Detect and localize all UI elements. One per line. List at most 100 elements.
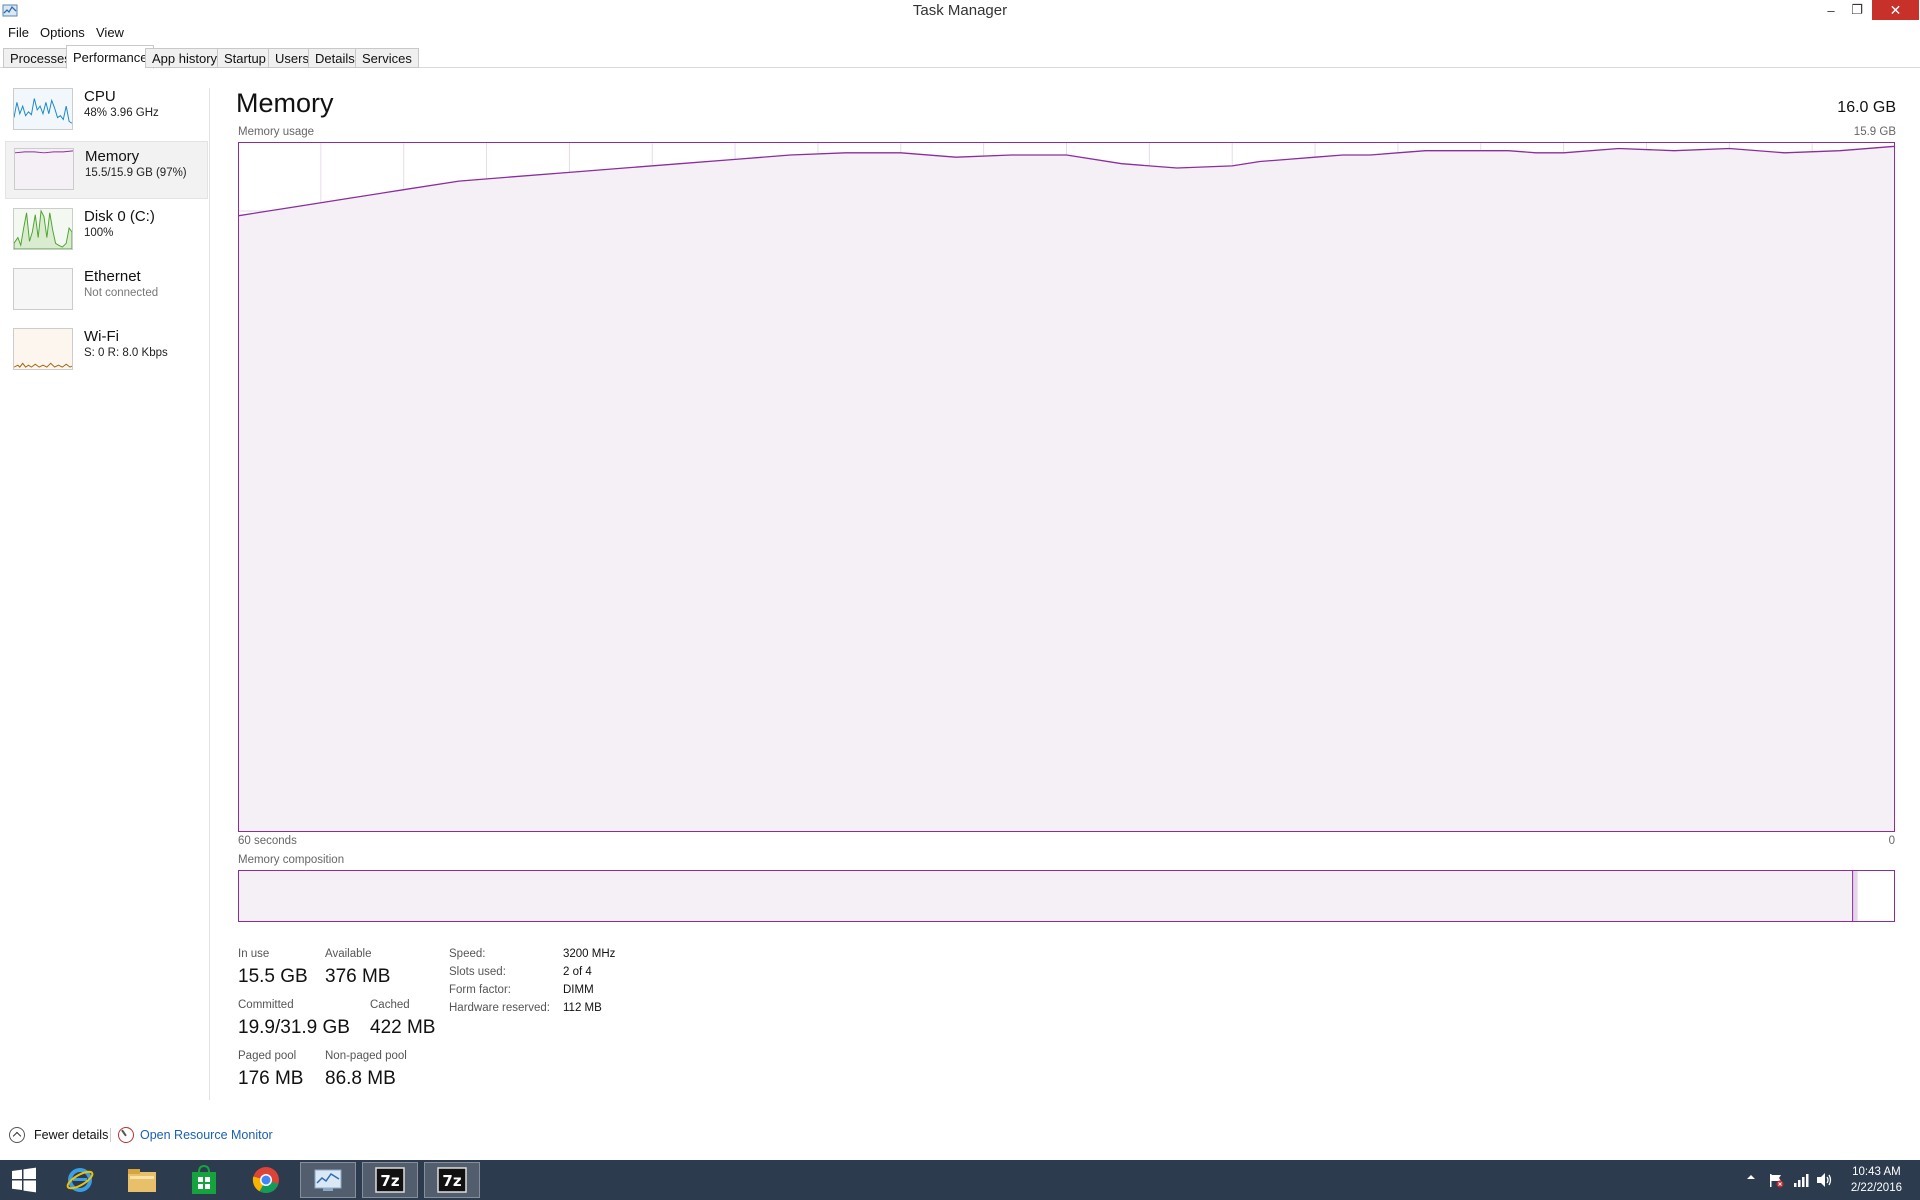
memory-usage-max: 15.9 GB	[1853, 126, 1896, 138]
hw-reserved-value: 112 MB	[563, 1002, 602, 1014]
chart-x-start-label: 60 seconds	[238, 835, 297, 847]
action-center-flag-icon	[1770, 1174, 1784, 1188]
ethernet-thumbnail-graph	[13, 268, 73, 310]
wifi-thumbnail-graph	[13, 328, 73, 370]
store-icon	[192, 1165, 216, 1194]
hw-speed-label: Speed:	[449, 948, 486, 960]
sidebar-item-memory[interactable]: Memory 15.5/15.9 GB (97%)	[5, 141, 208, 199]
menu-bar: File Options View	[0, 22, 1920, 44]
composition-modified	[1852, 871, 1858, 921]
title-bar: Task Manager – ❐ ✕	[0, 0, 1920, 22]
chevron-up-icon[interactable]	[9, 1127, 25, 1143]
tray-volume[interactable]	[1816, 1172, 1834, 1200]
disk-thumbnail-graph	[13, 208, 73, 250]
sidebar-cpu-name: CPU	[84, 88, 116, 105]
taskbar-7zip-2[interactable]: 7z	[424, 1162, 480, 1198]
total-memory: 16.0 GB	[1837, 99, 1896, 116]
tab-app-history[interactable]: App history	[145, 48, 225, 68]
sidebar-wifi-sub: S: 0 R: 8.0 Kbps	[84, 347, 168, 359]
hw-reserved-label: Hardware reserved:	[449, 1002, 550, 1014]
fewer-details-button[interactable]: Fewer details	[34, 1128, 108, 1142]
chrome-icon	[252, 1167, 279, 1193]
network-signal-icon	[1794, 1174, 1809, 1187]
svg-text:7z: 7z	[380, 1172, 399, 1190]
memory-thumbnail-graph	[14, 148, 74, 190]
resource-monitor-icon[interactable]	[118, 1127, 134, 1143]
stat-available-label: Available	[325, 948, 372, 960]
taskbar-store[interactable]	[176, 1162, 232, 1198]
stat-in-use-value: 15.5 GB	[238, 966, 308, 987]
taskbar: 7z 7z 10:43 AM 2/22/2016	[0, 1160, 1920, 1200]
menu-view[interactable]: View	[96, 25, 124, 40]
restore-button[interactable]: ❐	[1841, 0, 1873, 20]
sidebar-disk-name: Disk 0 (C:)	[84, 208, 155, 225]
hw-form-factor-label: Form factor:	[449, 984, 511, 996]
stat-available-value: 376 MB	[325, 966, 391, 987]
tab-services[interactable]: Services	[355, 48, 419, 68]
stat-paged-pool-label: Paged pool	[238, 1050, 297, 1062]
sidebar-cpu-sub: 48% 3.96 GHz	[84, 107, 159, 119]
memory-composition-bar[interactable]	[238, 870, 1895, 922]
taskbar-7zip-1[interactable]: 7z	[362, 1162, 418, 1198]
chart-x-end-label: 0	[1888, 835, 1895, 847]
stat-paged-pool-value: 176 MB	[238, 1068, 304, 1089]
sidebar-item-cpu[interactable]: CPU 48% 3.96 GHz	[5, 88, 208, 146]
tab-strip: Processes Performance App history Startu…	[0, 44, 1920, 69]
footer-divider	[110, 1128, 111, 1142]
taskbar-internet-explorer[interactable]	[52, 1162, 108, 1198]
chart-series-area	[238, 146, 1895, 832]
stat-nonpaged-pool-value: 86.8 MB	[325, 1068, 396, 1089]
start-button[interactable]	[0, 1162, 48, 1198]
task-manager-icon	[314, 1169, 342, 1191]
clock-date: 2/22/2016	[1850, 1182, 1902, 1194]
tab-details[interactable]: Details	[308, 48, 362, 68]
hw-slots-label: Slots used:	[449, 966, 506, 978]
show-hidden-icons-button[interactable]	[1746, 1172, 1756, 1200]
composition-in-use	[239, 871, 1853, 921]
memory-composition-label: Memory composition	[238, 854, 345, 866]
stat-in-use-label: In use	[238, 948, 270, 960]
7zip-icon: 7z	[437, 1167, 467, 1193]
memory-usage-label: Memory usage	[238, 126, 315, 138]
taskbar-task-manager[interactable]	[300, 1162, 356, 1198]
file-explorer-icon	[128, 1169, 156, 1192]
sidebar-ethernet-sub: Not connected	[84, 287, 159, 299]
memory-usage-chart	[238, 142, 1895, 832]
taskbar-file-explorer[interactable]	[114, 1162, 170, 1198]
open-resource-monitor-link[interactable]: Open Resource Monitor	[140, 1128, 273, 1142]
tray-action-center[interactable]	[1768, 1172, 1784, 1200]
7zip-icon: 7z	[375, 1167, 405, 1193]
taskbar-clock[interactable]: 10:43 AM 2/22/2016	[1851, 1164, 1902, 1196]
tab-startup[interactable]: Startup	[217, 48, 273, 68]
sidebar-item-wifi[interactable]: Wi-Fi S: 0 R: 8.0 Kbps	[5, 328, 208, 386]
hw-speed-value: 3200 MHz	[563, 948, 616, 960]
tray-network[interactable]	[1793, 1172, 1809, 1200]
clock-time: 10:43 AM	[1852, 1166, 1901, 1178]
page-title: Memory	[236, 88, 334, 118]
menu-file[interactable]: File	[8, 25, 29, 40]
cpu-thumbnail-graph	[13, 88, 73, 130]
hw-form-factor-value: DIMM	[563, 984, 594, 996]
sidebar-wifi-name: Wi-Fi	[84, 328, 119, 345]
tab-performance[interactable]: Performance	[66, 45, 155, 69]
sidebar-ethernet-name: Ethernet	[84, 268, 141, 285]
stat-committed-value: 19.9/31.9 GB	[238, 1017, 350, 1038]
close-button[interactable]: ✕	[1872, 0, 1919, 20]
taskbar-chrome[interactable]	[238, 1162, 294, 1198]
sidebar-item-ethernet[interactable]: Ethernet Not connected	[5, 268, 208, 326]
stat-committed-label: Committed	[238, 999, 294, 1011]
stat-nonpaged-pool-label: Non-paged pool	[325, 1050, 407, 1062]
sidebar-memory-sub: 15.5/15.9 GB (97%)	[85, 167, 187, 179]
menu-options[interactable]: Options	[40, 25, 85, 40]
chevron-up-icon	[1747, 1175, 1755, 1179]
hw-slots-value: 2 of 4	[563, 966, 592, 978]
start-icon	[12, 1167, 36, 1193]
internet-explorer-icon	[66, 1168, 94, 1192]
svg-text:7z: 7z	[442, 1172, 461, 1190]
footer: Fewer details Open Resource Monitor	[0, 1122, 1920, 1148]
sidebar-disk-sub: 100%	[84, 227, 114, 239]
sidebar-item-disk[interactable]: Disk 0 (C:) 100%	[5, 208, 208, 266]
sidebar-memory-name: Memory	[85, 148, 140, 165]
window-title: Task Manager	[912, 2, 1008, 19]
resource-sidebar: CPU 48% 3.96 GHz Memory 15.5/15.9 GB (97…	[0, 88, 210, 1100]
